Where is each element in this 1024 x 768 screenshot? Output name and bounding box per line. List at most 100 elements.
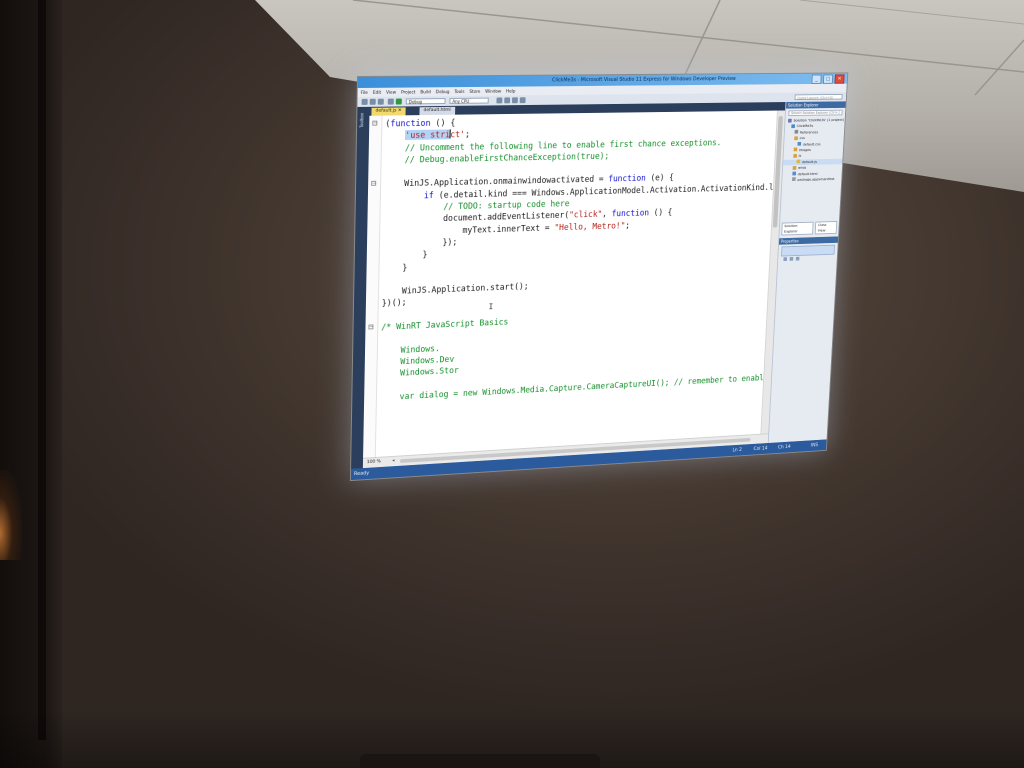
tab-class-view[interactable]: Class View xyxy=(814,221,838,235)
menu-store[interactable]: Store xyxy=(469,87,480,96)
collapse-toggle-icon[interactable]: − xyxy=(368,324,374,330)
code-token: function xyxy=(608,173,647,184)
menu-debug[interactable]: Debug xyxy=(436,87,450,96)
menu-view[interactable]: View xyxy=(386,88,396,97)
properties-toolbar xyxy=(780,244,836,262)
save-icon[interactable] xyxy=(377,98,384,105)
panel-spacer xyxy=(780,182,841,222)
folder-icon xyxy=(794,136,798,140)
quick-launch-input[interactable]: Quick Launch (Ctrl+Q) xyxy=(794,93,843,101)
tab-solution-explorer[interactable]: Solution Explorer xyxy=(781,221,814,236)
code-token: Windows.Stor xyxy=(400,365,459,378)
code-token: Windows. xyxy=(400,343,441,355)
collapse-toggle-icon[interactable]: − xyxy=(372,121,378,127)
zoom-dropdown-icon[interactable]: ◂ xyxy=(392,458,394,466)
menu-help[interactable]: Help xyxy=(506,87,516,96)
minimize-button[interactable]: _ xyxy=(811,74,822,84)
menu-project[interactable]: Project xyxy=(401,87,415,96)
lamp-glow xyxy=(0,470,22,560)
folder-icon xyxy=(792,165,797,170)
folder-icon xyxy=(793,147,798,152)
code-token: }); xyxy=(442,236,458,248)
projected-screen: ClickMe3s - Microsoft Visual Studio 11 E… xyxy=(349,72,849,482)
tab-label: default.html xyxy=(423,107,451,114)
code-token: "Hello, Metro!" xyxy=(554,220,626,232)
code-token: } xyxy=(402,262,408,273)
code-token: "click" xyxy=(568,209,603,220)
panel-title: Solution Explorer xyxy=(786,101,846,109)
file-icon xyxy=(792,171,797,176)
code-editor[interactable]: − − − (function () { 'use strict'; // Un… xyxy=(363,110,786,459)
code-token: function xyxy=(611,208,650,219)
window-controls: _ □ ✕ xyxy=(811,74,845,84)
toolbar-icon[interactable] xyxy=(519,97,526,104)
file-icon xyxy=(797,141,802,146)
project-icon xyxy=(791,124,796,129)
property-pages-icon[interactable] xyxy=(795,257,800,261)
collapse-toggle-icon[interactable]: − xyxy=(371,181,376,187)
solution-config-select[interactable]: Debug xyxy=(405,97,446,105)
code-token: ct' xyxy=(450,129,466,140)
folder-icon xyxy=(793,153,798,158)
code-token: ; xyxy=(464,129,471,140)
toolbox-tab[interactable]: Toolbox xyxy=(359,113,364,128)
door-frame xyxy=(38,0,46,740)
zoom-level[interactable]: 100 % xyxy=(367,459,381,467)
close-button[interactable]: ✕ xyxy=(834,74,845,84)
code-token: myText.innerText = xyxy=(462,222,555,235)
code-token: })(); xyxy=(381,297,407,309)
code-token: function xyxy=(390,117,431,129)
file-icon xyxy=(792,177,796,182)
code-token: 'use stri xyxy=(405,129,451,141)
floor-objects xyxy=(360,754,600,768)
solution-tree: Solution 'ClickMe3s' (1 project) ClickMe… xyxy=(782,117,845,183)
start-debug-icon[interactable] xyxy=(395,98,402,105)
toolbar-icon[interactable] xyxy=(496,97,503,104)
menu-edit[interactable]: Edit xyxy=(373,88,381,97)
code-text: (function () { 'use strict'; // Uncommen… xyxy=(380,112,782,403)
new-project-icon[interactable] xyxy=(361,98,368,105)
code-token: (e) { xyxy=(645,172,674,183)
undo-icon[interactable] xyxy=(387,98,394,105)
toolbar-icon[interactable] xyxy=(504,97,511,104)
alphabetical-icon[interactable] xyxy=(789,257,794,262)
file-icon xyxy=(796,159,801,164)
status-ready: Ready xyxy=(353,470,370,478)
code-token: } xyxy=(422,249,428,260)
status-char: Ch 14 xyxy=(777,444,791,451)
menu-window[interactable]: Window xyxy=(485,87,501,96)
status-line: Ln 2 xyxy=(732,447,743,454)
visual-studio-window: ClickMe3s - Microsoft Visual Studio 11 E… xyxy=(349,72,849,482)
open-icon[interactable] xyxy=(369,98,376,105)
menu-file[interactable]: File xyxy=(361,88,368,97)
menu-build[interactable]: Build xyxy=(420,87,431,96)
platform-select[interactable]: Any CPU xyxy=(449,97,489,104)
tab-close-icon[interactable]: ✕ xyxy=(398,108,402,113)
toolbar-icon[interactable] xyxy=(511,97,518,104)
references-icon xyxy=(794,130,799,134)
menu-tools[interactable]: Tools xyxy=(454,87,464,96)
ibeam-cursor-icon: I xyxy=(488,302,494,312)
maximize-button[interactable]: □ xyxy=(822,74,834,84)
status-column: Col 14 xyxy=(753,445,768,452)
properties-title: Properties xyxy=(778,236,839,245)
code-token: ; xyxy=(625,220,631,230)
solution-icon xyxy=(788,118,792,123)
solution-search-input[interactable]: Search Solution Explorer (Ctrl+;) xyxy=(788,109,843,117)
categorized-icon[interactable] xyxy=(783,257,788,262)
